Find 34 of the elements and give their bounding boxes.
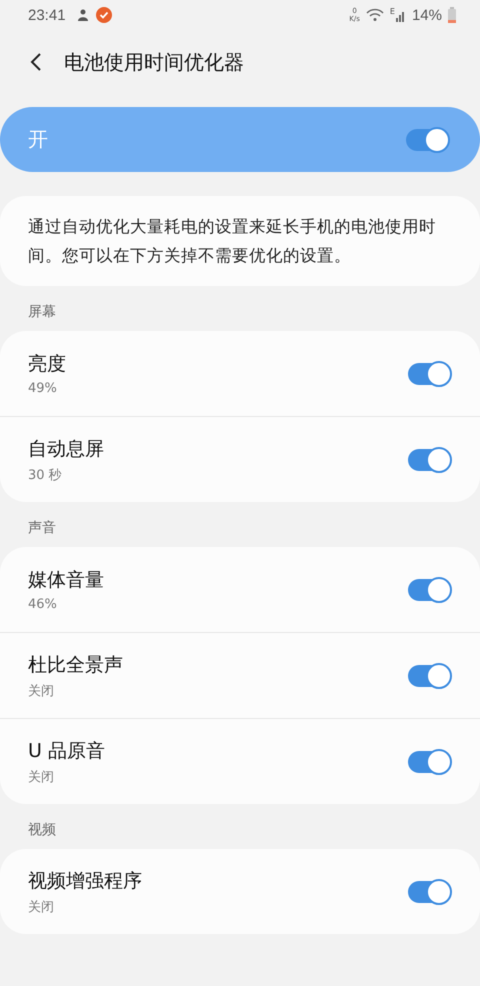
toggle-switch[interactable] [408,362,450,384]
setting-value: 49% [28,381,58,396]
network-type: E [390,7,395,16]
setting-value: 关闭 [28,898,55,916]
section-header: 屏幕 [27,303,57,322]
master-switch-label: 开 [28,126,48,153]
setting-title: 视频增强程序 [28,868,142,894]
figure-icon [76,8,90,22]
status-time: 23:41 [28,6,66,24]
wifi-icon [366,8,384,22]
section-header: 视频 [27,821,57,840]
setting-title: 杜比全景声 [28,652,123,678]
setting-value: 关闭 [28,768,55,786]
back-icon[interactable] [30,52,42,72]
setting-value: 关闭 [28,682,55,700]
master-switch-bar[interactable]: 开 [0,107,480,172]
check-app-icon [96,7,112,23]
toggle-switch[interactable] [408,750,450,772]
setting-title: U 品原音 [28,738,105,764]
setting-title: 媒体音量 [28,568,104,593]
battery-percent: 14% [412,6,442,24]
setting-value: 46% [28,597,58,612]
toggle-switch[interactable] [408,880,450,902]
description-text: 通过自动优化大量耗电的设置来延长手机的电池使用时间。您可以在下方关掉不需要优化的设置。 [28,217,436,265]
setting-title: 自动息屏 [28,436,104,462]
page-title: 电池使用时间优化器 [64,48,244,76]
setting-value: 30 秒 [28,466,63,484]
toggle-switch[interactable] [408,578,450,600]
section-header: 声音 [27,519,57,538]
toggle-switch[interactable] [408,664,450,686]
setting-title: 亮度 [28,352,66,377]
toggle-switch[interactable] [408,448,450,470]
battery-icon [448,7,456,23]
toggle-switch[interactable] [406,128,448,150]
